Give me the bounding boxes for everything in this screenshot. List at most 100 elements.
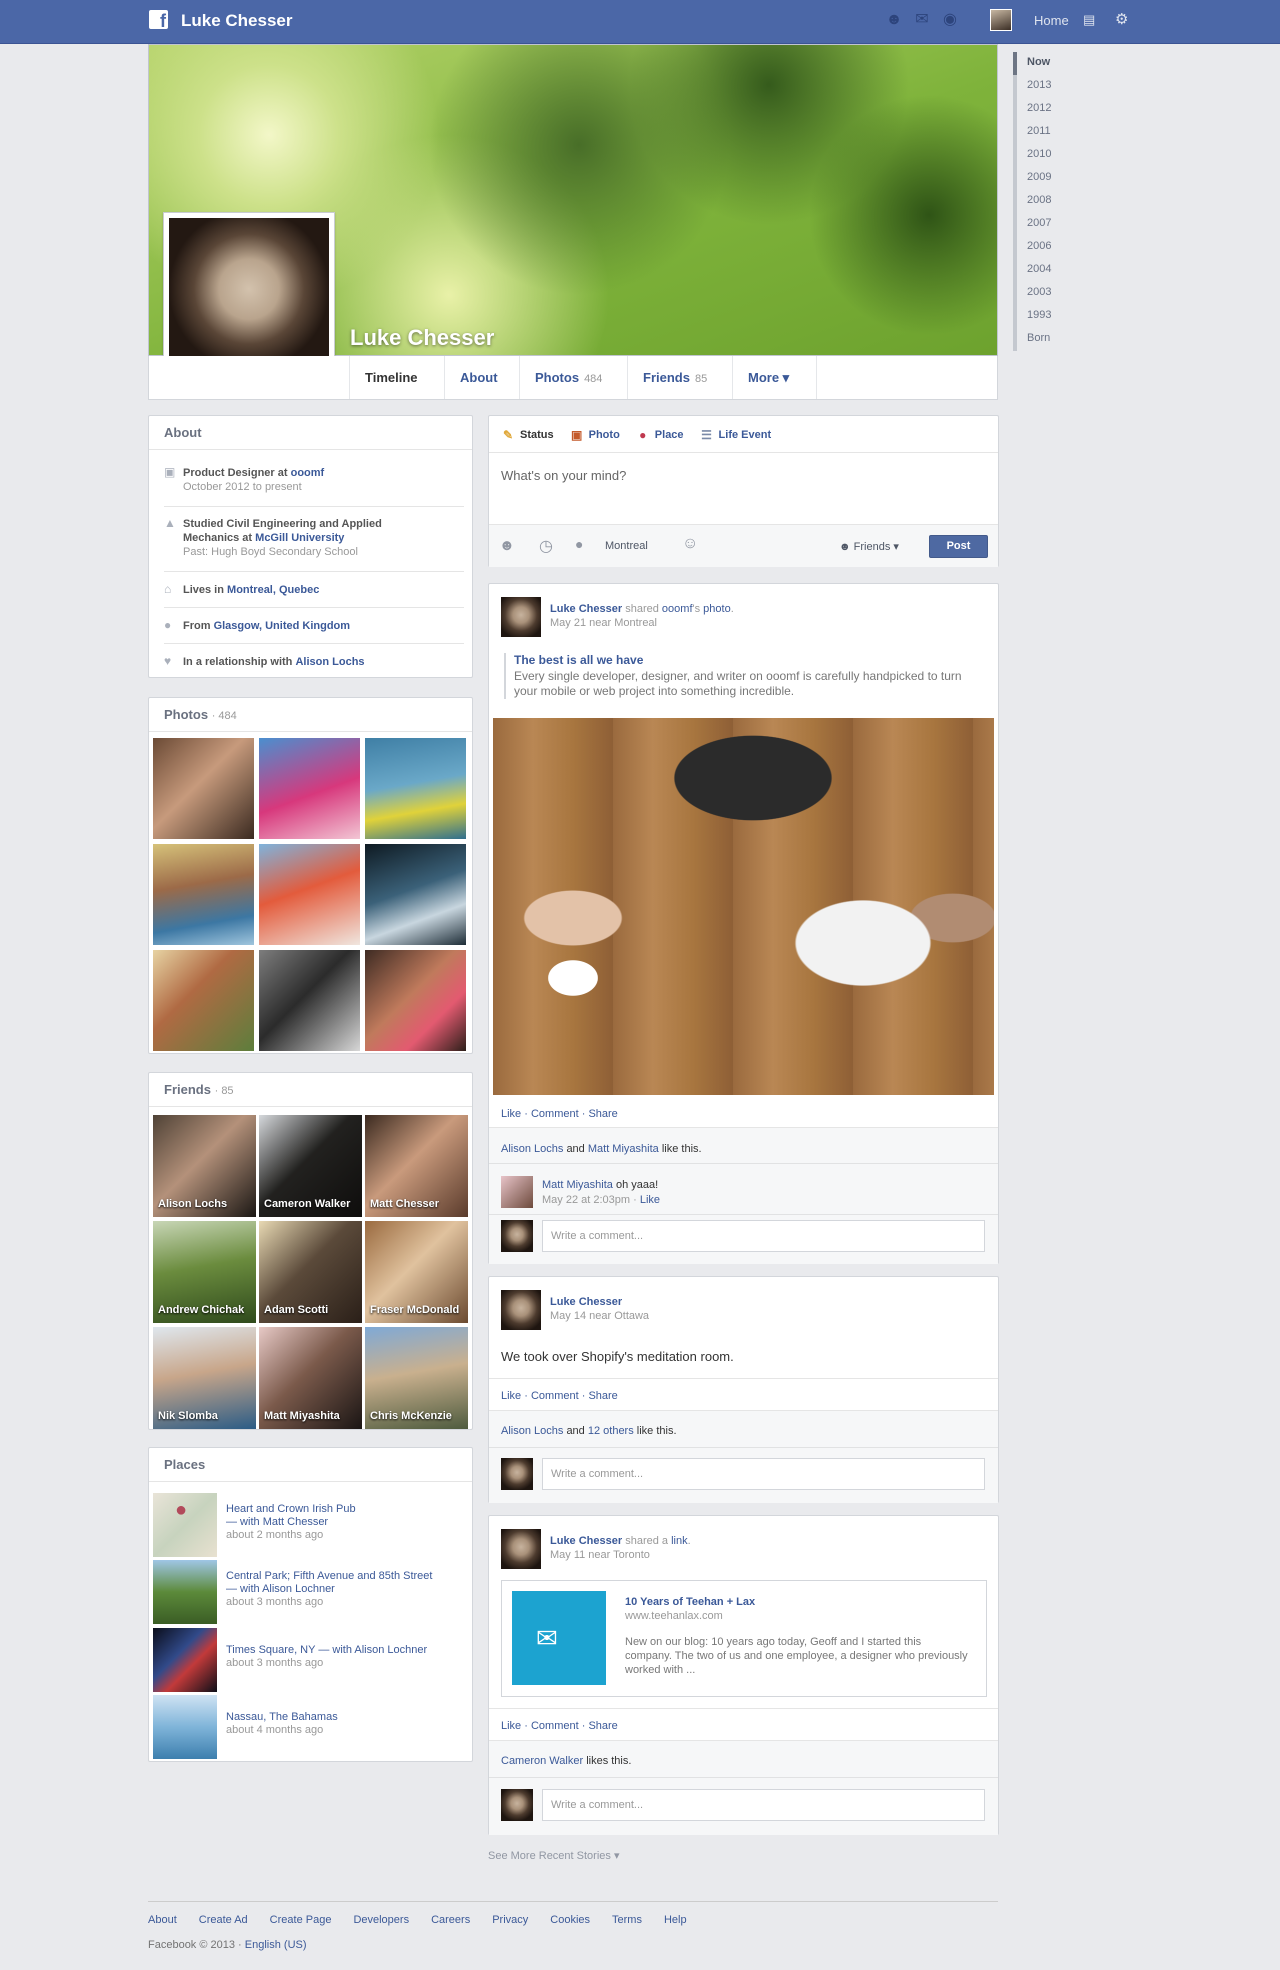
comment-input[interactable]: Write a comment... bbox=[542, 1458, 985, 1490]
author-avatar[interactable] bbox=[501, 1290, 541, 1330]
tab-friends[interactable]: Friends 85 bbox=[627, 356, 732, 399]
audience-selector[interactable]: ☻ Friends ▾ bbox=[839, 540, 899, 553]
comment-link[interactable]: Comment bbox=[531, 1108, 579, 1120]
post-button[interactable]: Post bbox=[929, 535, 988, 558]
share-link[interactable]: Share bbox=[588, 1390, 617, 1402]
tag-friends-icon[interactable]: ☻ bbox=[499, 537, 515, 554]
comment-input[interactable]: Write a comment... bbox=[542, 1220, 985, 1252]
from-place-link[interactable]: Glasgow, United Kingdom bbox=[214, 620, 350, 632]
photo-thumbnail[interactable] bbox=[365, 950, 466, 1051]
year-link[interactable]: 2008 bbox=[1017, 190, 1083, 213]
share-link[interactable]: Share bbox=[588, 1108, 617, 1120]
location-icon[interactable]: ● bbox=[575, 536, 583, 552]
footer-link[interactable]: Create Ad bbox=[199, 1914, 248, 1926]
feeling-icon[interactable]: ☺ bbox=[682, 535, 698, 553]
photo-link[interactable]: photo bbox=[703, 603, 731, 615]
composer-tab-place[interactable]: ● Place bbox=[636, 428, 683, 442]
messages-icon[interactable]: ✉ bbox=[912, 11, 932, 29]
photo-thumbnail[interactable] bbox=[365, 738, 466, 839]
year-link[interactable]: 2011 bbox=[1017, 121, 1083, 144]
friend-tile[interactable]: Fraser McDonald bbox=[365, 1221, 468, 1323]
composer-tab-life-event[interactable]: ☰ Life Event bbox=[700, 428, 771, 442]
friend-tile[interactable]: Andrew Chichak bbox=[153, 1221, 256, 1323]
photo-thumbnail[interactable] bbox=[259, 738, 360, 839]
photo-thumbnail[interactable] bbox=[259, 844, 360, 945]
footer-link[interactable]: Help bbox=[664, 1914, 687, 1926]
friend-tile[interactable]: Matt Chesser bbox=[365, 1115, 468, 1217]
year-link[interactable]: 2009 bbox=[1017, 167, 1083, 190]
status-input[interactable]: What's on your mind? bbox=[501, 468, 626, 483]
composer-tab-status[interactable]: ✎ Status bbox=[501, 428, 554, 442]
profile-name-link[interactable]: Luke Chesser bbox=[181, 11, 293, 31]
liker-link[interactable]: Cameron Walker bbox=[501, 1755, 583, 1767]
year-link[interactable]: 2013 bbox=[1017, 75, 1083, 98]
place-name[interactable]: Central Park; Fifth Avenue and 85th Stre… bbox=[226, 1570, 432, 1582]
facebook-logo-icon[interactable] bbox=[149, 10, 168, 32]
comment-time[interactable]: May 22 at 2:03pm bbox=[542, 1194, 630, 1206]
language-link[interactable]: English (US) bbox=[245, 1939, 307, 1951]
photo-thumbnail[interactable] bbox=[153, 738, 254, 839]
photo-thumbnail[interactable] bbox=[259, 950, 360, 1051]
author-name[interactable]: Luke Chesser bbox=[550, 603, 622, 615]
clock-icon[interactable]: ◷ bbox=[539, 536, 553, 556]
place-name[interactable]: Heart and Crown Irish Pub bbox=[226, 1503, 356, 1515]
photo-thumbnail[interactable] bbox=[153, 950, 254, 1051]
partner-link[interactable]: Alison Lochs bbox=[295, 656, 364, 668]
footer-link[interactable]: About bbox=[148, 1914, 177, 1926]
company-link[interactable]: ooomf bbox=[291, 467, 325, 479]
year-link[interactable]: Born bbox=[1017, 328, 1083, 351]
photo-thumbnail[interactable] bbox=[153, 844, 254, 945]
author-name[interactable]: Luke Chesser bbox=[550, 1535, 622, 1547]
place-item[interactable]: Nassau, The Bahamas about 4 months ago bbox=[153, 1695, 473, 1759]
liker-link[interactable]: Alison Lochs bbox=[501, 1143, 563, 1155]
tab-timeline[interactable]: Timeline bbox=[349, 356, 444, 399]
about-title[interactable]: About bbox=[149, 416, 472, 450]
footer-link[interactable]: Create Page bbox=[270, 1914, 332, 1926]
liker-link[interactable]: Matt Miyashita bbox=[588, 1143, 659, 1155]
friend-tile[interactable]: Alison Lochs bbox=[153, 1115, 256, 1217]
story-meta[interactable]: May 11 near Toronto bbox=[550, 1549, 650, 1561]
shared-photo[interactable] bbox=[493, 718, 994, 1095]
place-item[interactable]: ● Heart and Crown Irish Pub — with Matt C… bbox=[153, 1493, 473, 1557]
place-name[interactable]: Nassau, The Bahamas bbox=[226, 1711, 338, 1723]
commenter-name[interactable]: Matt Miyashita bbox=[542, 1179, 613, 1191]
comment-input[interactable]: Write a comment... bbox=[542, 1789, 985, 1821]
footer-link[interactable]: Developers bbox=[353, 1914, 409, 1926]
home-link[interactable]: Home bbox=[1034, 13, 1069, 28]
location-value[interactable]: Montreal bbox=[605, 540, 648, 552]
lives-place-link[interactable]: Montreal, Quebec bbox=[227, 584, 319, 596]
year-link[interactable]: 2006 bbox=[1017, 236, 1083, 259]
place-item[interactable]: Times Square, NY — with Alison Lochner ab… bbox=[153, 1628, 473, 1692]
like-link[interactable]: Like bbox=[501, 1108, 521, 1120]
year-link[interactable]: 2007 bbox=[1017, 213, 1083, 236]
school-link[interactable]: McGill University bbox=[255, 532, 344, 544]
tab-about[interactable]: About bbox=[444, 356, 519, 399]
friend-tile[interactable]: Adam Scotti bbox=[259, 1221, 362, 1323]
account-icon[interactable]: ▤ bbox=[1083, 12, 1095, 28]
photos-header[interactable]: Photos · 484 bbox=[149, 698, 472, 732]
friends-header[interactable]: Friends · 85 bbox=[149, 1073, 472, 1107]
like-link[interactable]: Like bbox=[501, 1390, 521, 1402]
footer-link[interactable]: Terms bbox=[612, 1914, 642, 1926]
year-link[interactable]: 2003 bbox=[1017, 282, 1083, 305]
footer-link[interactable]: Cookies bbox=[550, 1914, 590, 1926]
see-more-stories-link[interactable]: See More Recent Stories ▾ bbox=[488, 1849, 619, 1862]
settings-gear-icon[interactable]: ⚙ bbox=[1115, 10, 1128, 28]
others-link[interactable]: 12 others bbox=[588, 1425, 634, 1437]
link-title[interactable]: 10 Years of Teehan + Lax bbox=[625, 1595, 970, 1609]
tab-photos[interactable]: Photos 484 bbox=[519, 356, 627, 399]
comment-like-link[interactable]: Like bbox=[640, 1194, 660, 1206]
liker-link[interactable]: Alison Lochs bbox=[501, 1425, 563, 1437]
friend-tile[interactable]: Cameron Walker bbox=[259, 1115, 362, 1217]
places-title[interactable]: Places bbox=[149, 1448, 472, 1482]
year-link[interactable]: Now bbox=[1013, 52, 1083, 75]
composer-tab-photo[interactable]: ▣ Photo bbox=[570, 428, 620, 442]
friend-tile[interactable]: Nik Slomba bbox=[153, 1327, 256, 1429]
friend-requests-icon[interactable]: ☻ bbox=[884, 11, 904, 29]
place-item[interactable]: Central Park; Fifth Avenue and 85th Stre… bbox=[153, 1560, 473, 1624]
year-link[interactable]: 1993 bbox=[1017, 305, 1083, 328]
story-meta[interactable]: May 14 near Ottawa bbox=[550, 1310, 649, 1322]
place-friend[interactable]: Alison Lochner bbox=[354, 1644, 427, 1656]
notifications-icon[interactable]: ◉ bbox=[940, 11, 960, 29]
share-link[interactable]: Share bbox=[588, 1720, 617, 1732]
